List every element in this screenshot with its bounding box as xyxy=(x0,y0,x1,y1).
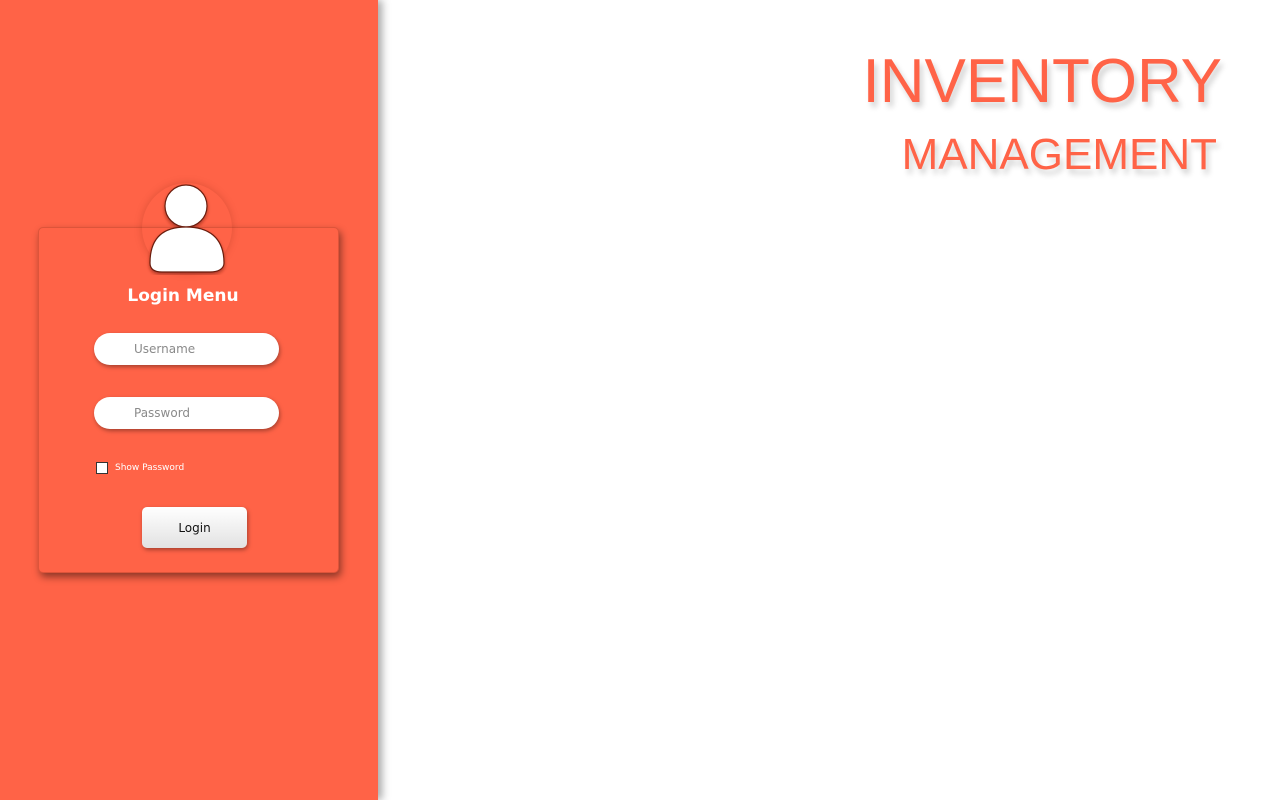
user-icon xyxy=(142,183,232,275)
login-button[interactable]: Login xyxy=(142,507,247,548)
username-input[interactable] xyxy=(94,333,279,365)
show-password-checkbox[interactable] xyxy=(96,462,108,474)
login-title: Login Menu xyxy=(127,286,239,306)
password-input[interactable] xyxy=(94,397,279,429)
login-window: Login Menu Show Password Login INVENTORY… xyxy=(0,0,1280,800)
app-title-line2: MANAGEMENT xyxy=(901,130,1217,179)
show-password-label[interactable]: Show Password xyxy=(115,463,184,473)
app-title-line1: INVENTORY xyxy=(862,47,1222,116)
